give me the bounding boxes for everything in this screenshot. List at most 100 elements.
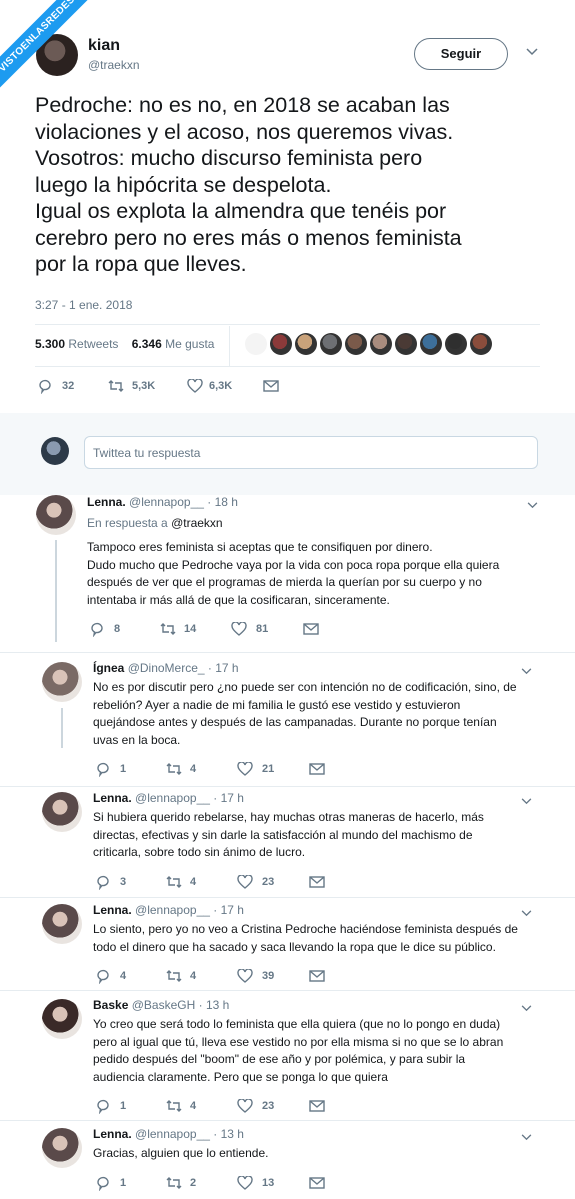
retweets-count[interactable]: 5.300 <box>35 337 65 351</box>
in-reply-user[interactable]: @traekxn <box>171 516 223 530</box>
reply-text-line: uvas en la boca. <box>93 732 181 747</box>
reply-button[interactable]: 8 <box>89 621 159 637</box>
envelope-icon <box>309 763 325 775</box>
author-handle[interactable]: @DinoMerce_ <box>128 661 205 675</box>
reply-icon <box>95 1098 111 1114</box>
author-name[interactable]: Baske <box>93 998 128 1012</box>
reply-count: 1 <box>120 1176 127 1189</box>
reply-time[interactable]: · 13 h <box>213 1127 244 1141</box>
liker-avatar[interactable] <box>395 333 417 355</box>
reply-time[interactable]: · 13 h <box>199 998 230 1012</box>
avatar[interactable] <box>42 792 82 832</box>
like-button[interactable]: 23 <box>237 874 309 889</box>
heart-icon <box>231 622 247 636</box>
author-name[interactable]: Lenna. <box>93 1127 132 1141</box>
author-name[interactable]: Lenna. <box>93 903 132 917</box>
reply-time[interactable]: · 17 h <box>208 661 239 675</box>
engagement-stats: 5.300 Retweets 6.346 Me gusta <box>35 337 214 351</box>
liker-avatar[interactable] <box>245 333 267 355</box>
likes-label[interactable]: Me gusta <box>165 337 214 351</box>
envelope-icon <box>303 623 319 635</box>
retweets-label[interactable]: Retweets <box>68 337 118 351</box>
retweet-button[interactable]: 4 <box>165 762 237 776</box>
reply-text-line: Dudo mucho que Pedroche vaya por la vida… <box>87 557 500 572</box>
reply-text: Si hubiera querido rebelarse, hay muchas… <box>93 809 565 862</box>
message-button[interactable] <box>309 1176 325 1189</box>
like-button[interactable]: 21 <box>237 762 309 776</box>
author-handle[interactable]: @lennapop__ <box>129 495 204 509</box>
chevron-down-icon[interactable] <box>526 45 538 59</box>
reply-button[interactable]: 1 <box>95 1175 165 1191</box>
follow-button[interactable]: Seguir <box>414 38 508 70</box>
chevron-down-icon[interactable] <box>521 664 532 678</box>
avatar[interactable] <box>42 904 82 944</box>
tweet-text-line: Igual os explota la almendra que tenéis … <box>35 199 447 223</box>
author-handle[interactable]: @lennapop__ <box>135 791 210 805</box>
liker-avatar[interactable] <box>345 333 367 355</box>
like-button[interactable]: 81 <box>231 622 303 636</box>
message-button[interactable] <box>309 970 325 982</box>
reply-time[interactable]: · 17 h <box>213 791 244 805</box>
retweet-button[interactable]: 4 <box>165 1099 237 1113</box>
reply-count: 32 <box>62 380 75 392</box>
reply-icon <box>95 1175 111 1191</box>
chevron-down-icon[interactable] <box>521 1001 532 1015</box>
liker-avatar[interactable] <box>370 333 392 355</box>
retweet-count: 5,3K <box>132 380 156 392</box>
reply-button[interactable]: 4 <box>95 968 165 984</box>
message-button[interactable] <box>309 1100 325 1112</box>
like-button[interactable]: 6,3K <box>187 379 263 393</box>
reply-input[interactable]: Twittea tu respuesta <box>84 436 538 469</box>
author-name[interactable]: Lenna. <box>93 791 132 805</box>
liker-avatar[interactable] <box>320 333 342 355</box>
like-button[interactable]: 23 <box>237 1099 309 1113</box>
retweet-button[interactable]: 4 <box>165 875 237 889</box>
chevron-down-icon[interactable] <box>521 794 532 808</box>
author-name[interactable]: kian <box>88 37 120 55</box>
reply-text-line: rebelión? Ayer a nadie de mi familia le … <box>93 697 461 712</box>
author-name[interactable]: Ígnea <box>93 661 124 675</box>
retweet-count: 4 <box>190 1100 197 1112</box>
liker-avatar[interactable] <box>445 333 467 355</box>
reply-button[interactable]: 3 <box>95 874 165 890</box>
avatar[interactable] <box>42 999 82 1039</box>
retweet-icon <box>165 1176 183 1190</box>
chevron-down-icon[interactable] <box>527 498 538 512</box>
tweet-timestamp[interactable]: 3:27 - 1 ene. 2018 <box>35 298 132 312</box>
reply-time[interactable]: · 18 h <box>207 495 238 509</box>
retweet-button[interactable]: 14 <box>159 622 231 636</box>
reply-header: Baske @BaskeGH · 13 h <box>93 998 229 1012</box>
likes-count[interactable]: 6.346 <box>132 337 162 351</box>
liker-avatar[interactable] <box>270 333 292 355</box>
liker-avatar[interactable] <box>420 333 442 355</box>
reply-header: Ígnea @DinoMerce_ · 17 h <box>93 661 239 675</box>
message-button[interactable] <box>263 380 279 392</box>
avatar[interactable] <box>36 495 76 535</box>
avatar <box>41 437 69 465</box>
retweet-button[interactable]: 2 <box>165 1176 237 1190</box>
chevron-down-icon[interactable] <box>521 1130 532 1144</box>
author-handle[interactable]: @traekxn <box>88 58 140 72</box>
liker-avatar[interactable] <box>470 333 492 355</box>
like-button[interactable]: 13 <box>237 1175 309 1190</box>
retweet-button[interactable]: 5,3K <box>107 379 187 393</box>
author-handle[interactable]: @lennapop__ <box>135 903 210 917</box>
reply-button[interactable]: 1 <box>95 1098 165 1114</box>
reply-text-line: directas, efectivas y sin darle la satis… <box>93 827 473 842</box>
message-button[interactable] <box>303 623 319 635</box>
message-button[interactable] <box>309 763 325 775</box>
message-button[interactable] <box>309 875 325 888</box>
author-name[interactable]: Lenna. <box>87 495 126 509</box>
avatar[interactable] <box>42 1128 82 1168</box>
reply-button[interactable]: 1 <box>95 761 165 777</box>
chevron-down-icon[interactable] <box>521 906 532 920</box>
like-count: 39 <box>262 970 275 982</box>
author-handle[interactable]: @BaskeGH <box>132 998 196 1012</box>
like-button[interactable]: 39 <box>237 969 309 983</box>
author-handle[interactable]: @lennapop__ <box>135 1127 210 1141</box>
reply-button[interactable]: 32 <box>37 378 107 394</box>
avatar[interactable] <box>42 662 82 702</box>
retweet-button[interactable]: 4 <box>165 969 237 983</box>
reply-time[interactable]: · 17 h <box>213 903 244 917</box>
liker-avatar[interactable] <box>295 333 317 355</box>
